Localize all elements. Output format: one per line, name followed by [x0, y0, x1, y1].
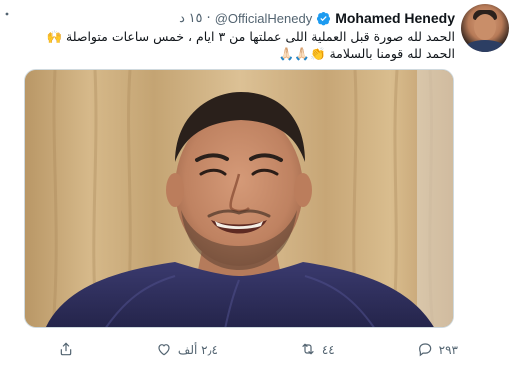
avatar-shirt: [465, 40, 505, 52]
tweet-card[interactable]: Mohamed Henedy @OfficialHenedy · ١٥ د ال…: [0, 0, 515, 374]
retweet-count: ٤٤: [321, 343, 335, 357]
retweet-icon[interactable]: [300, 341, 316, 360]
tweet-header: Mohamed Henedy @OfficialHenedy · ١٥ د: [179, 8, 455, 28]
reply-count: ٢٩٣: [438, 343, 458, 357]
photo-illustration: [25, 70, 453, 327]
avatar[interactable]: [461, 4, 509, 52]
verified-badge-icon: [316, 11, 331, 26]
share-action[interactable]: [58, 341, 74, 360]
tweet-actions: ٢٩٣ ٤٤ ٢٫٤ ألف: [58, 340, 458, 360]
tweet-text-line: الحمد لله قومنا بالسلامة 👏🙏🏻🙏🏻: [278, 46, 455, 61]
more-options-icon[interactable]: [4, 10, 18, 24]
share-icon[interactable]: [58, 341, 74, 360]
tweet-timestamp[interactable]: ١٥ د: [179, 10, 202, 26]
reply-icon[interactable]: [417, 341, 433, 360]
avatar-face: [474, 14, 496, 40]
tweet-photo[interactable]: [24, 69, 454, 328]
author-name[interactable]: Mohamed Henedy: [335, 10, 455, 26]
like-action[interactable]: ٢٫٤ ألف: [156, 341, 218, 360]
tweet-text-line: الحمد لله صورة قبل العملية اللى عملتها م…: [46, 29, 455, 44]
header-separator: ·: [206, 10, 211, 26]
like-count: ٢٫٤ ألف: [177, 343, 218, 357]
tweet-text: الحمد لله صورة قبل العملية اللى عملتها م…: [15, 28, 455, 62]
like-icon[interactable]: [156, 341, 172, 360]
reply-action[interactable]: ٢٩٣: [417, 341, 458, 360]
author-handle[interactable]: @OfficialHenedy: [215, 11, 313, 26]
retweet-action[interactable]: ٤٤: [300, 341, 335, 360]
